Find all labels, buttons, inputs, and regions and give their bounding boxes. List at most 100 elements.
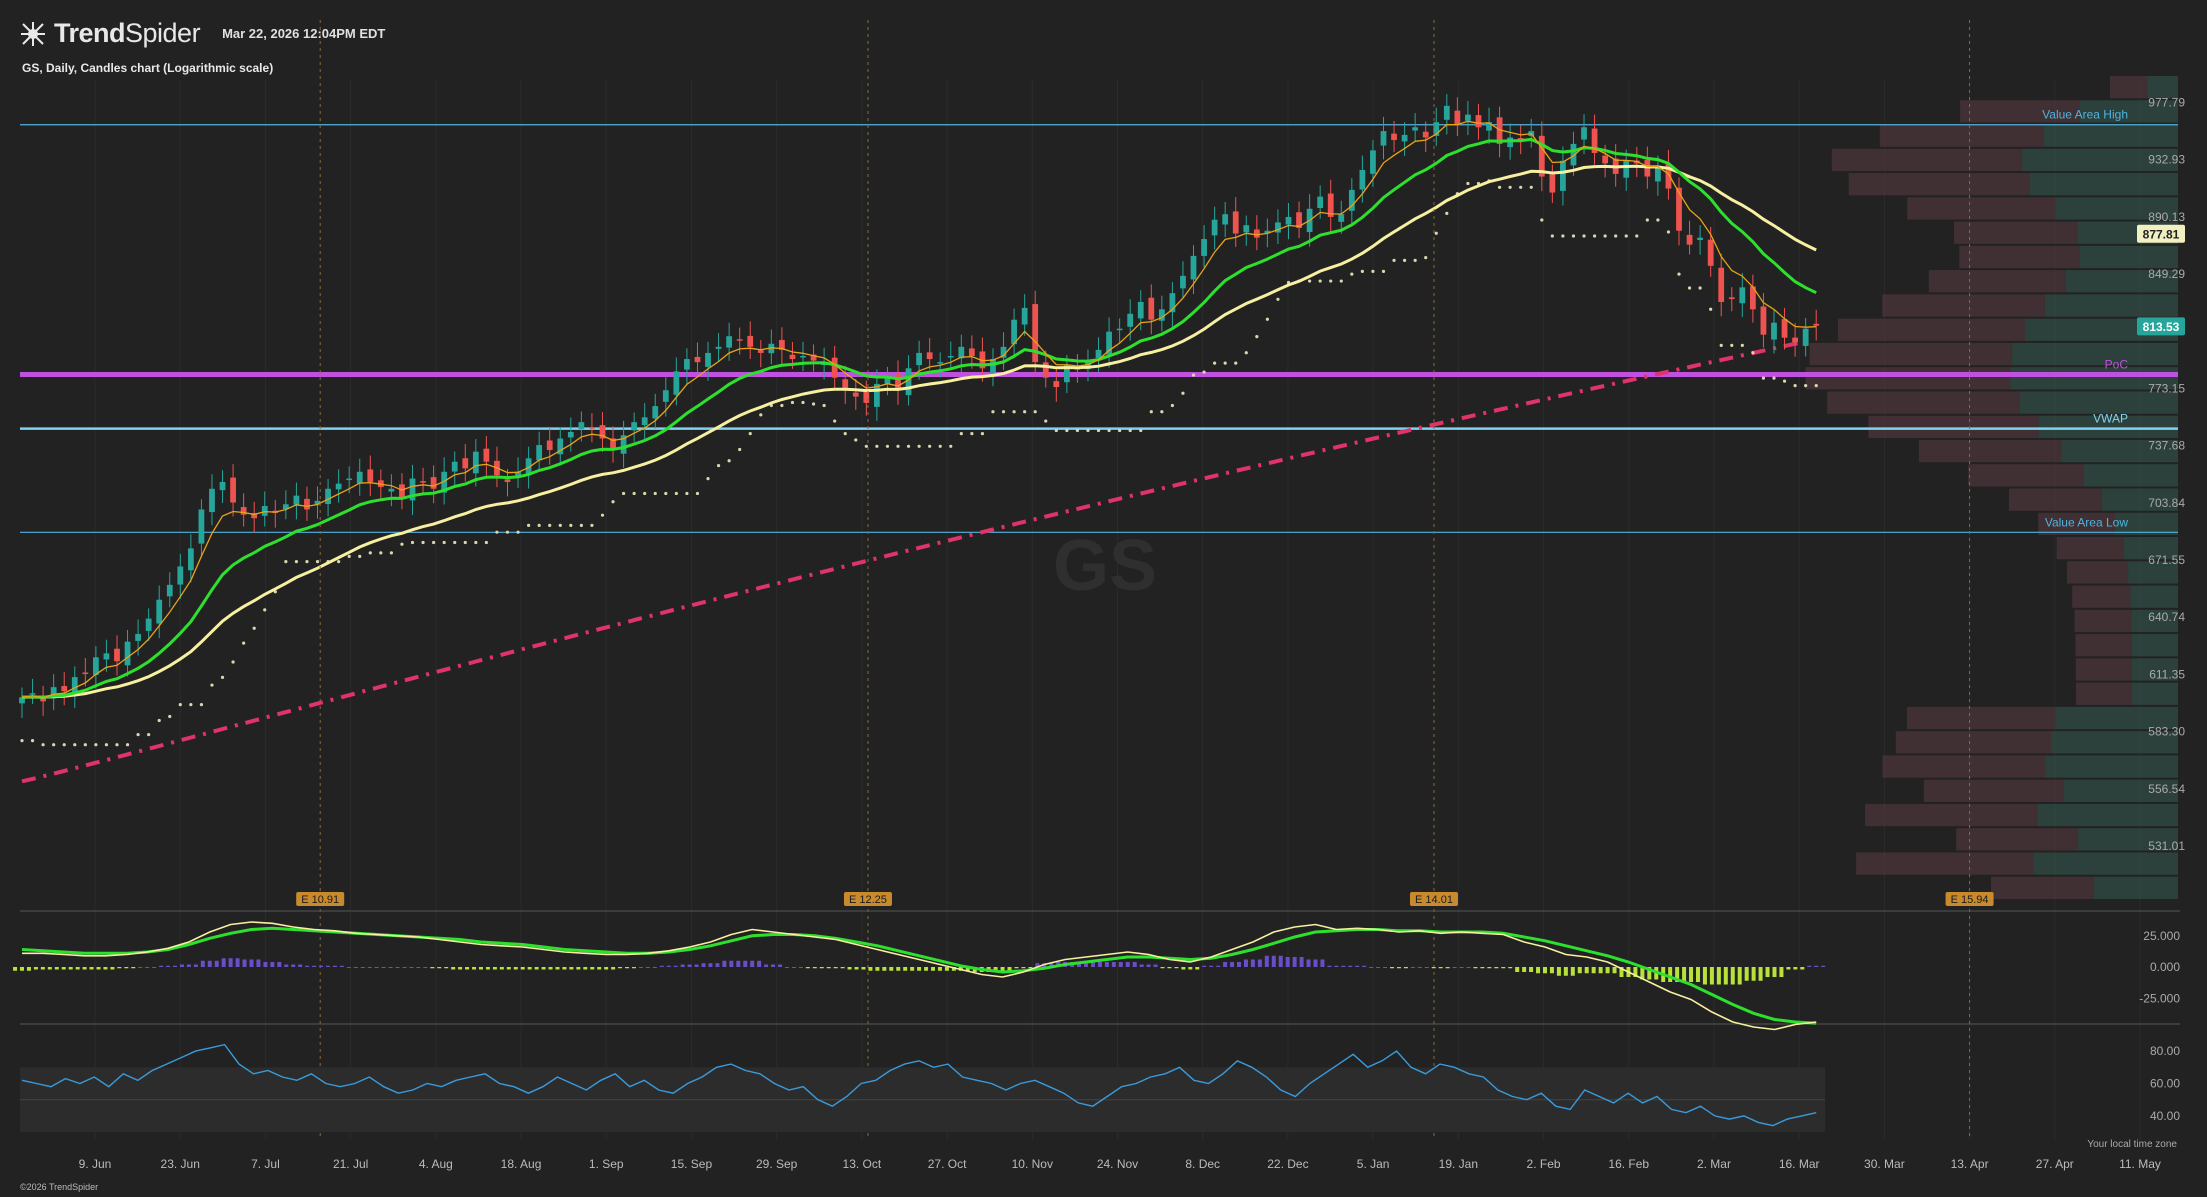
macd-hist-bar bbox=[569, 967, 574, 970]
macd-hist-bar bbox=[1716, 967, 1721, 985]
macd-hist-bar bbox=[159, 965, 164, 967]
macd-hist-bar bbox=[1376, 967, 1381, 968]
stop-dot bbox=[759, 413, 763, 417]
price-chart[interactable]: Value Area High PoC VWAP Value Area Low GS 97… bbox=[0, 0, 2207, 1197]
stop-dot bbox=[432, 540, 436, 545]
volume-bar-sell bbox=[1837, 318, 2025, 341]
macd-hist-bar bbox=[1744, 967, 1749, 981]
candle-body bbox=[1380, 131, 1387, 146]
macd-hist-bar bbox=[597, 967, 602, 970]
stop-dot bbox=[1413, 258, 1417, 262]
macd-hist-bar bbox=[826, 967, 831, 969]
macd-hist-bar bbox=[840, 967, 845, 969]
stop-dot bbox=[1371, 269, 1375, 273]
macd-hist-bar bbox=[458, 967, 463, 970]
stop-dot bbox=[136, 732, 140, 737]
macd-hist-bar bbox=[110, 967, 115, 970]
stop-dot bbox=[970, 432, 974, 436]
candle-body bbox=[1137, 301, 1144, 319]
stop-dot bbox=[706, 477, 710, 481]
candle-body bbox=[82, 672, 89, 675]
macd-hist-bar bbox=[847, 967, 852, 970]
macd-hist-bar bbox=[1793, 967, 1798, 970]
stop-dot bbox=[1571, 234, 1576, 238]
macd-hist-bar bbox=[562, 967, 567, 970]
trailing-stop bbox=[20, 179, 1818, 747]
x-tick-label: 1. Sep bbox=[589, 1157, 624, 1171]
macd-hist-bar bbox=[20, 967, 24, 971]
macd-hist-bar bbox=[1111, 962, 1116, 967]
candle-body bbox=[631, 422, 638, 431]
stop-dot bbox=[896, 444, 900, 448]
volume-bar-sell bbox=[1923, 779, 2064, 802]
stop-dot bbox=[83, 743, 87, 747]
macd-hist-bar bbox=[242, 959, 247, 967]
stop-dot bbox=[400, 542, 404, 546]
macd-hist-bar bbox=[1779, 967, 1784, 977]
stop-dot bbox=[1339, 279, 1343, 283]
macd-hist-bar bbox=[1403, 967, 1408, 969]
candle-body bbox=[926, 352, 933, 360]
macd-hist-bar bbox=[1494, 967, 1499, 969]
stop-dot bbox=[949, 444, 953, 448]
stop-dot bbox=[1540, 218, 1544, 222]
candle-body bbox=[1021, 307, 1028, 325]
candle-body bbox=[1243, 225, 1250, 233]
volume-bar-sell bbox=[1882, 294, 2045, 317]
stop-dot bbox=[231, 660, 235, 664]
stop-dot bbox=[885, 444, 890, 448]
macd-hist-bar bbox=[1132, 962, 1137, 967]
stop-dot bbox=[421, 540, 425, 545]
stop-dot bbox=[991, 410, 995, 414]
macd-hist-bar bbox=[611, 967, 616, 970]
ema-mid-line bbox=[21, 137, 1817, 699]
candle-body bbox=[1338, 214, 1345, 222]
macd-hist-bar bbox=[145, 967, 150, 968]
macd-hist-bar bbox=[1577, 967, 1582, 974]
candle-body bbox=[1802, 328, 1809, 346]
stop-dot bbox=[347, 554, 351, 558]
macd-hist-bar bbox=[472, 967, 477, 970]
macd-hist-bar bbox=[861, 967, 866, 970]
stop-dot bbox=[1645, 218, 1649, 222]
earnings-label: E 10.91 bbox=[301, 894, 339, 906]
macd-hist-bar bbox=[1522, 967, 1527, 972]
x-tick-label: 18. Aug bbox=[501, 1157, 542, 1171]
stop-dot bbox=[358, 554, 362, 558]
macd-hist-bar bbox=[1396, 967, 1401, 969]
volume-bar-sell bbox=[1865, 803, 2038, 827]
macd-hist-bar bbox=[499, 967, 504, 970]
macd-hist-bar bbox=[166, 965, 171, 967]
volume-bar-sell bbox=[2075, 634, 2132, 657]
macd-hist-bar bbox=[1313, 959, 1318, 967]
volume-bar-buy bbox=[2012, 342, 2178, 366]
stop-dot bbox=[1793, 384, 1797, 388]
candle-body bbox=[1317, 196, 1324, 209]
macd-hist-bar bbox=[1146, 964, 1151, 967]
macd-hist-bar bbox=[1473, 967, 1478, 969]
macd-hist-bar bbox=[1709, 967, 1714, 985]
macd-hist-bar bbox=[1216, 965, 1221, 967]
macd-hist-bar bbox=[124, 967, 129, 969]
macd-hist-bar bbox=[228, 958, 233, 967]
stop-dot bbox=[959, 432, 963, 436]
rsi-tick-label: 80.00 bbox=[2150, 1044, 2180, 1058]
stop-dot bbox=[1096, 428, 1101, 433]
stop-dot bbox=[1466, 181, 1470, 186]
macd-hist-bar bbox=[1292, 957, 1297, 967]
stop-dot bbox=[569, 523, 573, 527]
candle-body bbox=[198, 509, 205, 544]
macd-hist-bar bbox=[1800, 967, 1805, 970]
macd-hist-bar bbox=[1139, 964, 1144, 967]
candle-body bbox=[1549, 174, 1556, 193]
x-tick-label: 19. Jan bbox=[1439, 1157, 1478, 1171]
x-tick-label: 5. Jan bbox=[1357, 1157, 1390, 1171]
candle-body bbox=[219, 481, 226, 491]
macd-hist-bar bbox=[1438, 967, 1443, 969]
macd-hist-bar bbox=[868, 967, 873, 971]
y-tick-label: 611.35 bbox=[2149, 667, 2185, 681]
candle-body bbox=[166, 584, 173, 597]
macd-hist-bar bbox=[680, 964, 685, 967]
candle-body bbox=[852, 392, 859, 397]
macd-hist-bar bbox=[576, 967, 581, 970]
